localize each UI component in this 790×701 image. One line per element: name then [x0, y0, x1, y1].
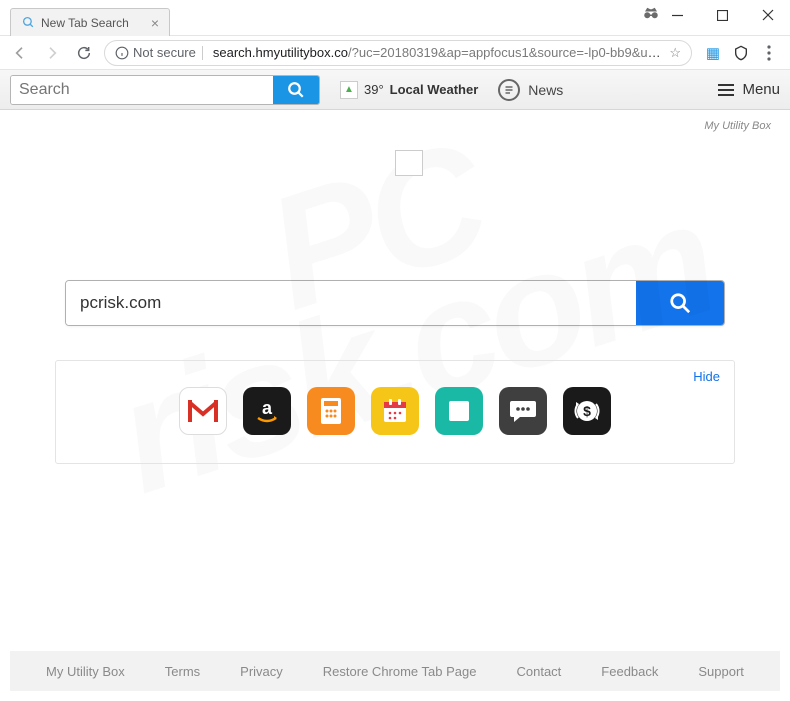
- news-label: News: [528, 82, 563, 98]
- window-controls: [655, 0, 790, 30]
- extension-shield-icon[interactable]: [732, 44, 750, 62]
- bookmark-star-icon[interactable]: ☆: [669, 45, 681, 61]
- footer-link-feedback[interactable]: Feedback: [601, 664, 658, 679]
- reload-button[interactable]: [72, 41, 96, 65]
- toolbar-search-button[interactable]: [273, 76, 319, 104]
- forward-button[interactable]: [40, 41, 64, 65]
- calculator-icon: [319, 396, 343, 426]
- main-search-input[interactable]: [66, 281, 636, 325]
- tab-close-icon[interactable]: ×: [151, 16, 159, 30]
- search-favicon-icon: [21, 16, 35, 30]
- menu-label: Menu: [742, 81, 780, 98]
- hide-link[interactable]: Hide: [693, 369, 720, 384]
- search-icon: [287, 81, 305, 99]
- gmail-tile[interactable]: [179, 387, 227, 435]
- hamburger-icon: [718, 84, 734, 96]
- footer-link-privacy[interactable]: Privacy: [240, 664, 283, 679]
- toolbar-menu[interactable]: Menu: [718, 81, 780, 98]
- back-button[interactable]: [8, 41, 32, 65]
- browser-menu-icon[interactable]: [760, 44, 778, 62]
- tiles-row: a $: [70, 387, 720, 435]
- extension-icons: ▦: [700, 44, 782, 62]
- weather-temp: 39°: [364, 82, 384, 97]
- amazon-icon: a: [252, 396, 282, 426]
- gmail-icon: [188, 400, 218, 422]
- brand-label: My Utility Box: [15, 110, 775, 132]
- broken-image-placeholder: [395, 150, 423, 176]
- news-icon: [498, 79, 520, 101]
- url-text: search.hmyutilitybox.co/?uc=20180319&ap=…: [213, 45, 661, 60]
- window-title-bar: New Tab Search ×: [0, 0, 790, 36]
- main-search: [65, 280, 725, 326]
- quick-links-panel: Hide a $: [55, 360, 735, 464]
- footer-link-support[interactable]: Support: [698, 664, 744, 679]
- finance-tile[interactable]: $: [563, 387, 611, 435]
- calendar-tile[interactable]: [371, 387, 419, 435]
- search-icon: [669, 292, 691, 314]
- toolbar-search-input[interactable]: [11, 76, 273, 104]
- chat-icon: [508, 397, 538, 425]
- address-bar-row: Not secure search.hmyutilitybox.co/?uc=2…: [0, 36, 790, 70]
- toolbar-search: [10, 75, 320, 105]
- svg-text:a: a: [262, 398, 273, 418]
- footer: My Utility Box Terms Privacy Restore Chr…: [10, 651, 780, 691]
- info-icon: [115, 46, 129, 60]
- weather-label: Local Weather: [390, 82, 479, 97]
- footer-link-contact[interactable]: Contact: [516, 664, 561, 679]
- currency-icon: $: [572, 396, 602, 426]
- security-label: Not secure: [133, 45, 196, 60]
- toolbar-news[interactable]: News: [498, 79, 563, 101]
- square-icon: [446, 398, 472, 424]
- maximize-button[interactable]: [700, 0, 745, 30]
- chat-tile[interactable]: [499, 387, 547, 435]
- extension-icon-1[interactable]: ▦: [704, 44, 722, 62]
- app-tile[interactable]: [435, 387, 483, 435]
- close-button[interactable]: [745, 0, 790, 30]
- toolbar-weather[interactable]: ▲ 39° Local Weather: [340, 81, 478, 99]
- page-toolbar: ▲ 39° Local Weather News Menu: [0, 70, 790, 110]
- address-bar[interactable]: Not secure search.hmyutilitybox.co/?uc=2…: [104, 40, 692, 66]
- page-content: PCrisk.com My Utility Box Hide a: [0, 110, 790, 464]
- minimize-button[interactable]: [655, 0, 700, 30]
- weather-broken-image-icon: ▲: [340, 81, 358, 99]
- main-search-button[interactable]: [636, 281, 724, 325]
- footer-link-terms[interactable]: Terms: [165, 664, 200, 679]
- browser-tab[interactable]: New Tab Search ×: [10, 8, 170, 36]
- amazon-tile[interactable]: a: [243, 387, 291, 435]
- tab-title: New Tab Search: [41, 16, 129, 30]
- main-search-container: [65, 280, 725, 326]
- tab-strip: New Tab Search ×: [0, 0, 170, 36]
- calendar-icon: [380, 396, 410, 426]
- footer-link-brand[interactable]: My Utility Box: [46, 664, 125, 679]
- svg-text:$: $: [583, 403, 591, 419]
- footer-link-restore[interactable]: Restore Chrome Tab Page: [323, 664, 477, 679]
- security-chip[interactable]: Not secure: [115, 45, 205, 60]
- calculator-tile[interactable]: [307, 387, 355, 435]
